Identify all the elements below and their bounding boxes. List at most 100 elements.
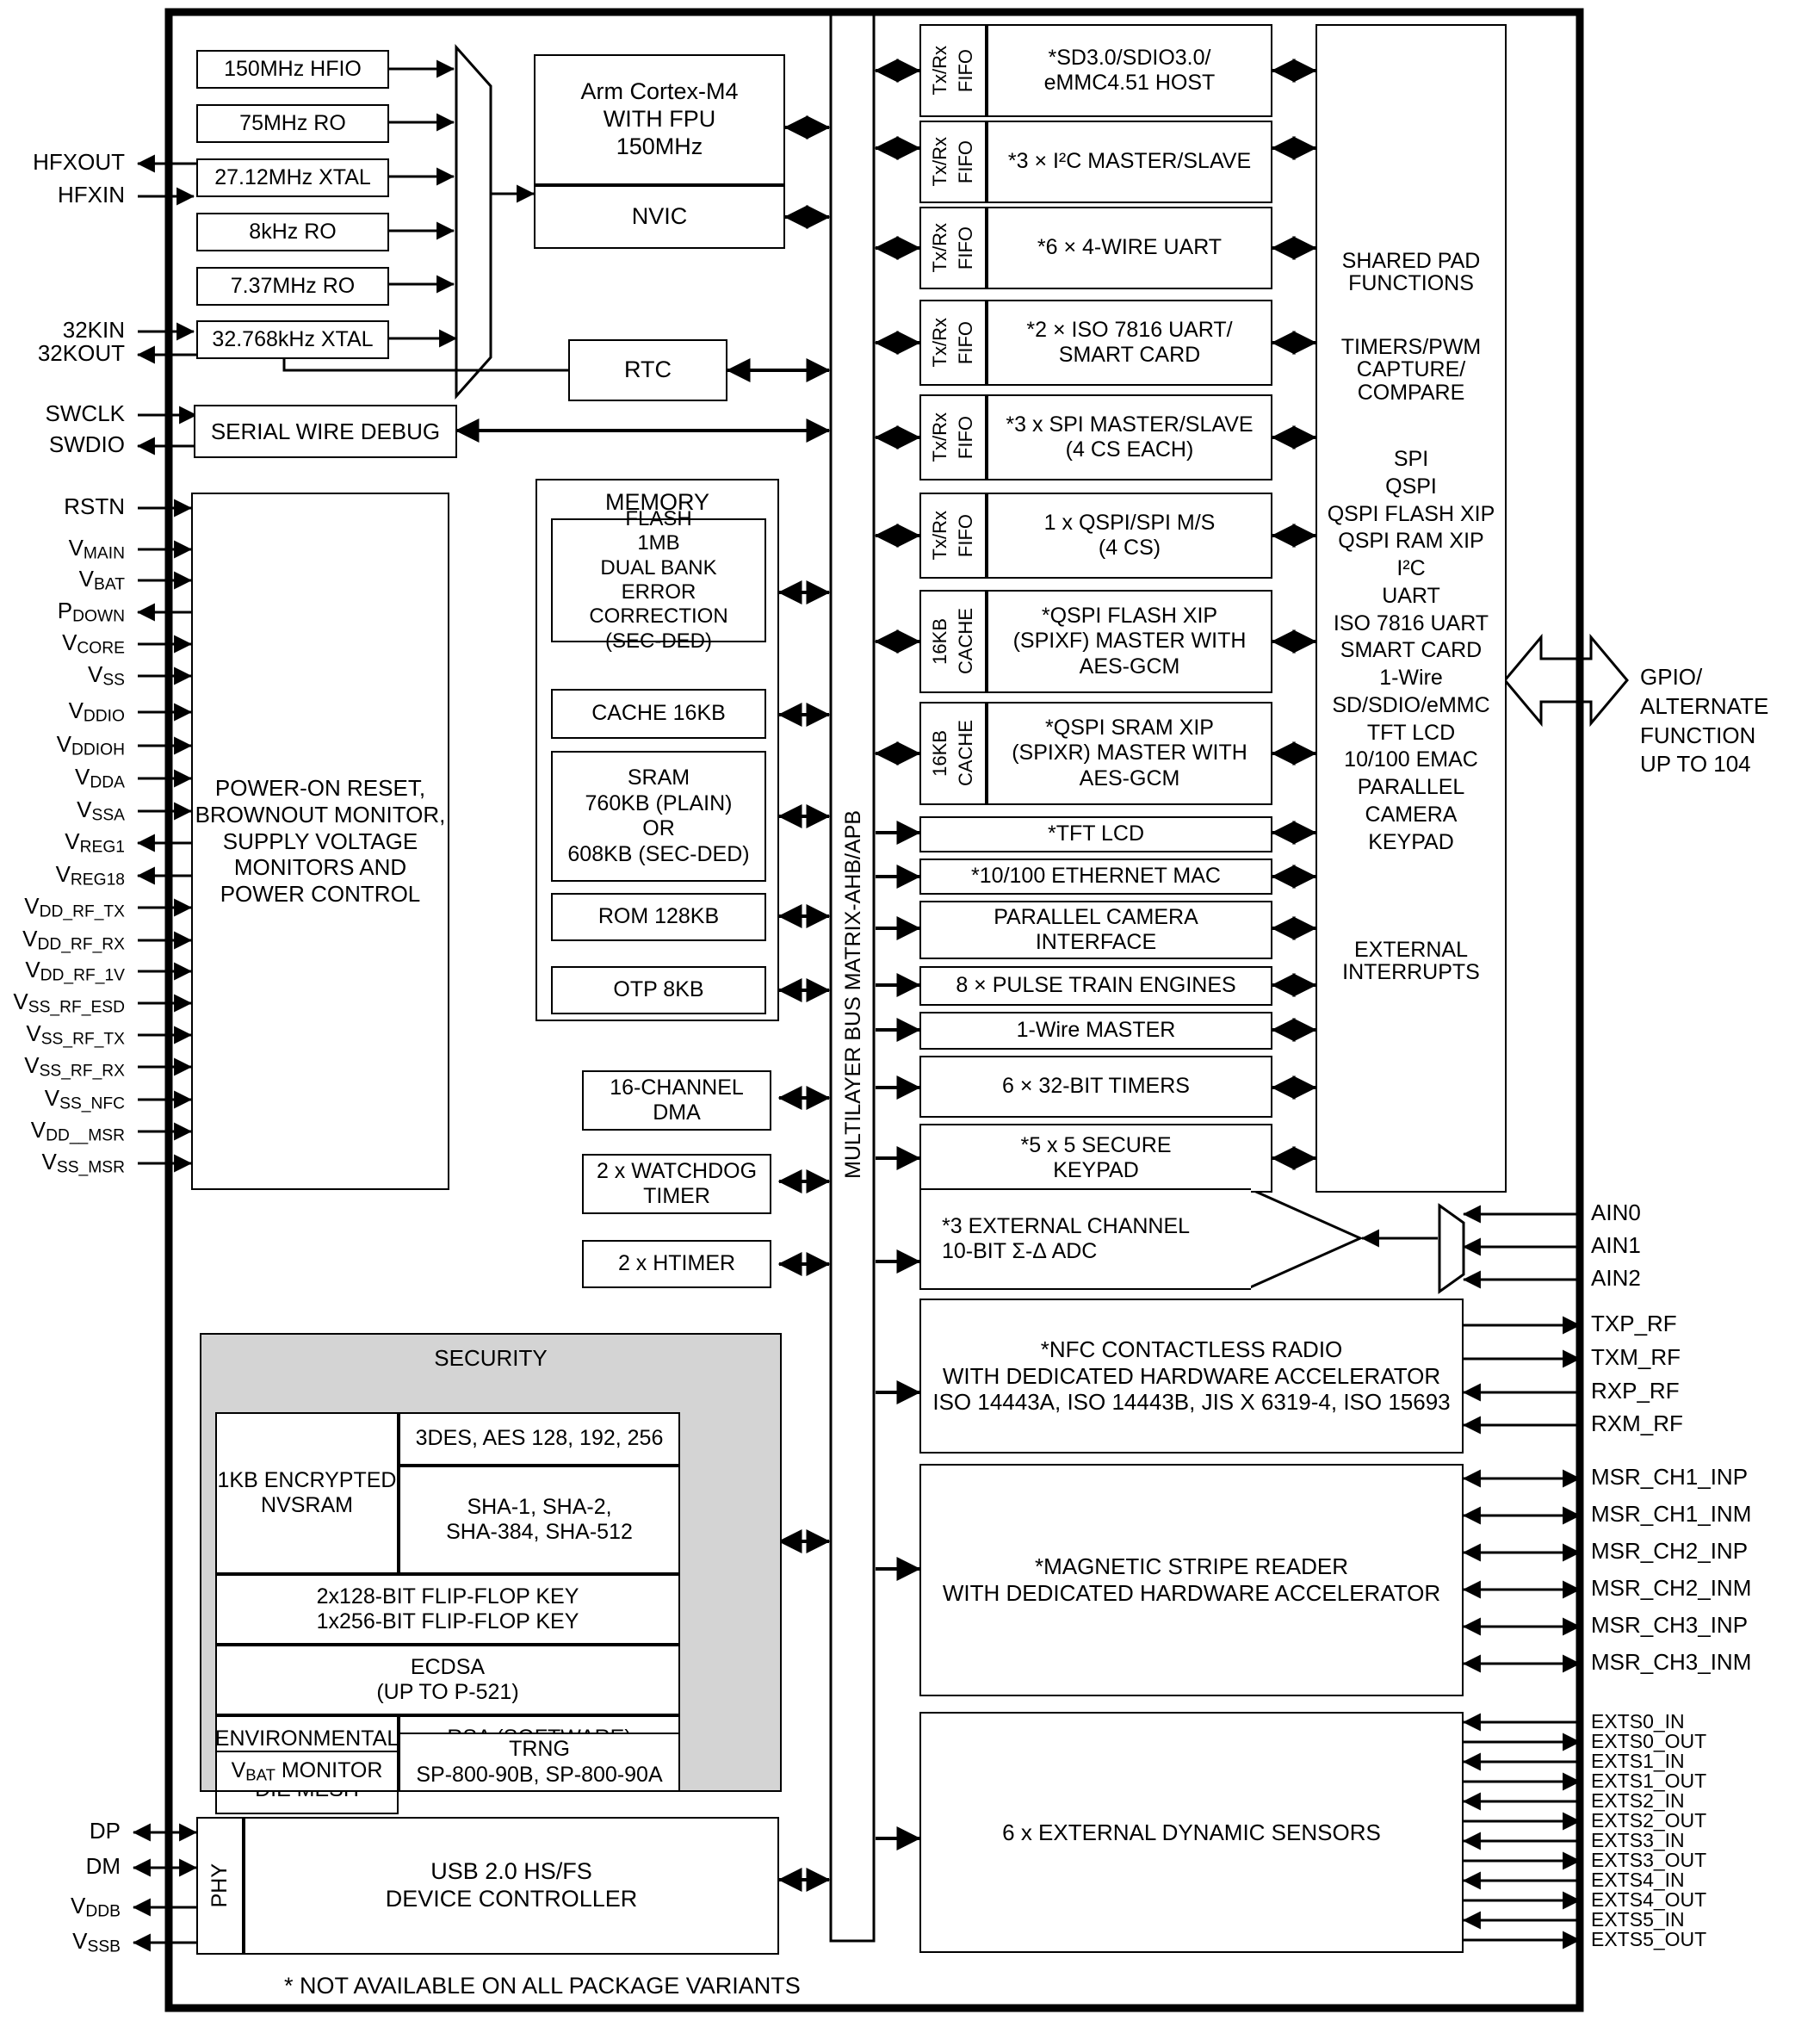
p0-l2: eMMC4.51 HOST <box>1043 71 1216 95</box>
footnote: * NOT AVAILABLE ON ALL PACKAGE VARIANTS <box>284 1974 801 1998</box>
left-pin-vdd-rf-tx: VDD_RF_TX <box>24 893 125 921</box>
usb-device-controller-block: USB 2.0 HS/FS DEVICE CONTROLLER <box>244 1817 779 1955</box>
left-pin-vddioh: VDDIOH <box>56 731 125 759</box>
msr-l2: WITH DEDICATED HARDWARE ACCELERATOR <box>942 1580 1441 1606</box>
p9-l1: *10/100 ETHERNET MAC <box>971 864 1221 889</box>
power-control-block: POWER-ON RESET, BROWNOUT MONITOR, SUPPLY… <box>191 493 449 1190</box>
clock-box-27mhz-xtal: 27.12MHz XTAL <box>196 158 389 197</box>
left-pin-rstn: RSTN <box>64 493 125 519</box>
security-nvsram-block: 1KB ENCRYPTED NVSRAM <box>215 1412 399 1574</box>
nfc-l2: WITH DEDICATED HARDWARE ACCELERATOR <box>942 1362 1441 1389</box>
flash-l2: 1MB <box>637 531 680 555</box>
left-pin-vdd-msr: VDD__MSR <box>30 1117 125 1145</box>
spf-g3-l8: SMART CARD <box>1340 638 1483 663</box>
left-pin-vreg1: VREG1 <box>65 828 125 857</box>
spf-g3-l1: SPI <box>1393 447 1429 471</box>
trng-l2: SP-800-90B, SP-800-90A <box>416 1762 663 1787</box>
p12-l1: 1-Wire MASTER <box>1016 1018 1176 1043</box>
clock-box-737mhz-ro: 7.37MHz RO <box>196 267 389 306</box>
spf-g3-l2: QSPI <box>1385 474 1437 499</box>
swd-label: SERIAL WIRE DEBUG <box>210 418 441 444</box>
htimer-block: 2 x HTIMER <box>582 1240 771 1288</box>
dma-l1: 16-CHANNEL <box>610 1075 744 1100</box>
peripheral-spixf: *QSPI FLASH XIP (SPIXF) MASTER WITH AES-… <box>987 590 1272 693</box>
external-dynamic-sensors-block: 6 x EXTERNAL DYNAMIC SENSORS <box>919 1712 1464 1953</box>
p11-l1: 8 × PULSE TRAIN ENGINES <box>956 973 1236 998</box>
right-pin-ain1: AIN1 <box>1591 1232 1641 1258</box>
left-pin-vdd-rf-rx: VDD_RF_RX <box>22 926 125 954</box>
p6-l1: *QSPI FLASH XIP <box>1041 603 1218 628</box>
usb-pin-vssb: VSSB <box>72 1928 121 1956</box>
p7-l2: (SPIXR) MASTER WITH <box>1012 741 1247 766</box>
dma-block: 16-CHANNEL DMA <box>582 1070 771 1131</box>
peripheral-i2c: *3 × I²C MASTER/SLAVE <box>987 121 1272 203</box>
security-ecdsa-block: ECDSA (UP TO P-521) <box>215 1645 680 1715</box>
spf-g2-l3: COMPARE <box>1357 380 1465 405</box>
spf-g3-l11: TFT LCD <box>1366 720 1456 745</box>
right-pin-msr-ch2-inm: MSR_CH2_INM <box>1591 1575 1752 1601</box>
clock-label: 27.12MHz XTAL <box>214 164 371 189</box>
watchdog-timer-block: 2 x WATCHDOG TIMER <box>582 1154 771 1214</box>
cache-tag-a: 16KB <box>929 618 951 665</box>
power-line5: POWER CONTROL <box>220 881 421 907</box>
cpu-core-block: Arm Cortex-M4 WITH FPU 150MHz <box>534 54 785 185</box>
left-pin-vbat: VBAT <box>78 566 125 594</box>
spf-g4-l1: EXTERNAL <box>1354 938 1468 962</box>
peripheral-qspi-ms: 1 x QSPI/SPI M/S (4 CS) <box>987 493 1272 579</box>
right-pin-rxm-rf: RXM_RF <box>1591 1410 1683 1436</box>
left-pin-vcore: VCORE <box>62 629 125 658</box>
p7-l3: AES-GCM <box>1079 766 1180 790</box>
sram-l3: OR <box>642 816 675 840</box>
right-pin-ain0: AIN0 <box>1591 1199 1641 1225</box>
fifo-tag-b: FIFO <box>955 513 976 558</box>
spf-g3-l10: SD/SDIO/eMMC <box>1332 692 1490 717</box>
gpio-l1: GPIO/ <box>1640 664 1703 690</box>
nvic-label: NVIC <box>631 203 688 230</box>
spf-g3-l7: ISO 7816 UART <box>1333 611 1489 635</box>
peripheral-sd-host: *SD3.0/SDIO3.0/ eMMC4.51 HOST <box>987 24 1272 117</box>
security-flipflop-keys-block: 2x128-BIT FLIP-FLOP KEY 1x256-BIT FLIP-F… <box>215 1574 680 1645</box>
p6-l2: (SPIXF) MASTER WITH <box>1012 629 1247 654</box>
cpu-line1: Arm Cortex-M4 <box>580 78 739 105</box>
p5-l2: (4 CS) <box>1098 536 1161 560</box>
flash-l5: (SEC-DED) <box>605 629 712 653</box>
peripheral-pulse-train: 8 × PULSE TRAIN ENGINES <box>919 966 1272 1006</box>
p8-l1: *TFT LCD <box>1047 821 1145 846</box>
left-pin-hfxin: HFXIN <box>58 182 125 208</box>
power-line1: POWER-ON RESET, <box>214 775 426 802</box>
adc-l2: 10-BIT Σ-Δ ADC <box>942 1239 1098 1263</box>
fifo-tag-a: Tx/Rx <box>929 223 951 273</box>
right-pin-msr-ch3-inp: MSR_CH3_INP <box>1591 1612 1749 1638</box>
clock-label: 7.37MHz RO <box>230 273 356 298</box>
gpio-l3: FUNCTION <box>1640 722 1756 748</box>
p4-l2: (4 CS EACH) <box>1065 437 1194 462</box>
security-vbat-monitor-block: VBAT MONITOR <box>215 1751 399 1792</box>
crypto2-l2: SHA-384, SHA-512 <box>446 1520 633 1544</box>
cache-l1: CACHE 16KB <box>591 701 726 726</box>
sram-l4: 608KB (SEC-DED) <box>567 841 750 866</box>
nfc-radio-block: *NFC CONTACTLESS RADIO WITH DEDICATED HA… <box>919 1299 1464 1454</box>
spf-g3-l6: UART <box>1382 583 1440 608</box>
p2-l1: *6 × 4-WIRE UART <box>1037 235 1223 260</box>
peripheral-fifo-qspi: Tx/Rx FIFO <box>919 493 987 579</box>
shared-pad-group-1: SHARED PAD FUNCTIONS <box>1315 250 1507 295</box>
bus-matrix-label: MULTILAYER BUS MATRIX-AHB/APB <box>832 809 875 1180</box>
rom-l1: ROM 128KB <box>597 904 720 929</box>
htimer-l1: 2 x HTIMER <box>617 1251 736 1276</box>
spf-g3-l9: 1-Wire <box>1379 666 1443 690</box>
fifo-tag-a: Tx/Rx <box>929 46 951 96</box>
peripheral-ethernet-mac: *10/100 ETHERNET MAC <box>919 859 1272 895</box>
spf-g2-l1: TIMERS/PWM <box>1340 335 1482 359</box>
fifo-tag-a: Tx/Rx <box>929 412 951 462</box>
memory-cache-block: CACHE 16KB <box>551 689 766 739</box>
peripheral-cache-spixr: 16KB CACHE <box>919 702 987 805</box>
cpu-line2: WITH FPU <box>603 106 716 133</box>
left-pin-vreg18: VREG18 <box>55 861 125 890</box>
wdt-l2: TIMER <box>643 1184 710 1208</box>
crypto1-l1: 3DES, AES 128, 192, 256 <box>415 1426 664 1451</box>
block-diagram-root: 150MHz HFIO 75MHz RO 27.12MHz XTAL 8kHz … <box>0 0 1820 2027</box>
left-pin-swdio: SWDIO <box>48 431 125 457</box>
peripheral-fifo-iso7816: Tx/Rx FIFO <box>919 300 987 386</box>
right-pin-msr-ch2-inp: MSR_CH2_INP <box>1591 1538 1749 1564</box>
memory-otp-block: OTP 8KB <box>551 966 766 1014</box>
